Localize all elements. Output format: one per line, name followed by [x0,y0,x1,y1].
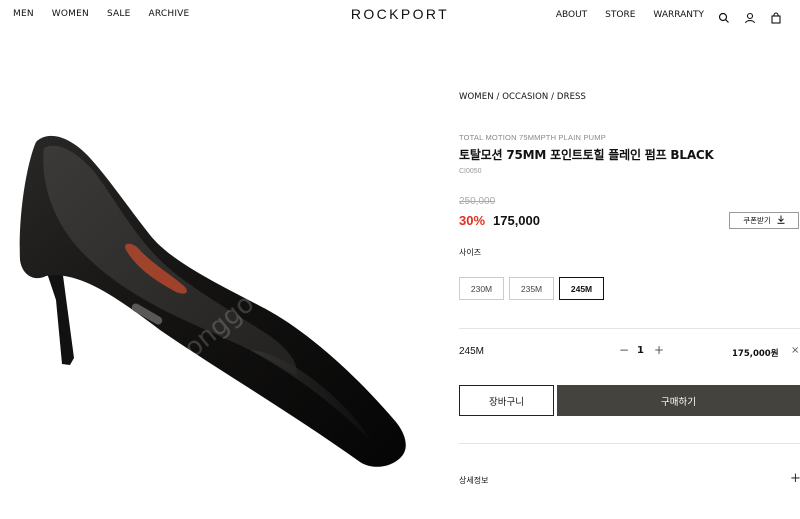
quantity-value[interactable]: 1 [637,345,644,356]
download-icon [777,215,785,226]
line-price: 175,000원 [732,349,779,359]
original-price: 250,000 [459,196,496,207]
product-code: CI0050 [459,168,482,175]
buy-now-button[interactable]: 구매하기 [557,385,800,416]
remove-selection-button[interactable]: × [791,345,799,356]
coupon-label: 쿠폰받기 [743,216,771,225]
divider [459,443,800,444]
selected-size: 245M [459,346,485,357]
add-to-cart-button[interactable]: 장바구니 [459,385,554,416]
size-option-245m[interactable]: 245M [559,277,604,300]
details-label[interactable]: 상세정보 [459,475,488,486]
size-option-230m[interactable]: 230M [459,277,504,300]
expand-details-button[interactable]: + [790,471,800,486]
breadcrumb[interactable]: WOMEN / OCCASION / DRESS [459,92,586,102]
quantity-decrease-button[interactable]: − [619,343,629,357]
quantity-increase-button[interactable]: + [654,343,664,357]
product-info: WOMEN / OCCASION / DRESS TOTAL MOTION 75… [459,0,800,519]
size-label: 사이즈 [459,248,482,257]
product-image: .com/joonggo [0,100,440,490]
size-options: 230M 235M 245M [459,277,604,300]
sale-price: 175,000 [493,213,540,228]
coupon-button[interactable]: 쿠폰받기 [729,212,799,229]
discount-rate: 30% [459,213,486,228]
product-subtitle: TOTAL MOTION 75MMPTH PLAIN PUMP [459,133,606,142]
size-option-235m[interactable]: 235M [509,277,554,300]
product-title: 토탈모션 75MM 포인트토힐 플레인 펌프 BLACK [459,148,714,162]
divider [459,328,800,329]
